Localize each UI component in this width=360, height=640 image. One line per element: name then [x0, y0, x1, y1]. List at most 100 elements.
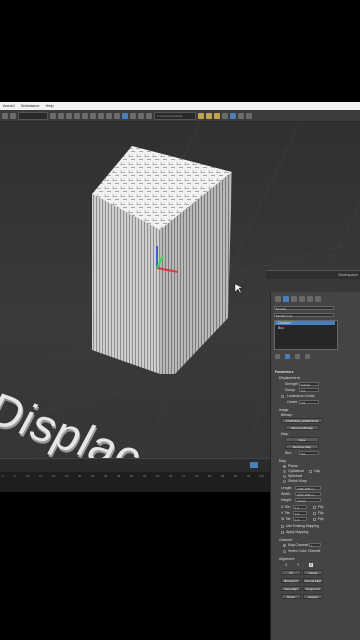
bitmap-label: Bitmap: [281, 413, 293, 417]
modify-tab-icon[interactable] [283, 296, 289, 302]
cylindrical-radio[interactable] [283, 470, 286, 473]
tick-label: 90 [234, 474, 238, 478]
create-tab-icon[interactable] [275, 296, 281, 302]
cap-checkbox[interactable] [309, 470, 312, 473]
planar-radio[interactable] [283, 465, 286, 468]
menu-item-arnold[interactable]: Arnold [3, 102, 15, 110]
tick-label: 70 [182, 474, 186, 478]
decay-label: Decay: [285, 388, 296, 392]
align-z-label[interactable]: Z [309, 563, 314, 567]
region-fit-button[interactable]: Region Fit [303, 586, 323, 591]
redo-icon[interactable] [10, 112, 16, 119]
u-tile-field[interactable]: 1.0 [293, 505, 307, 510]
select-by-name-icon[interactable] [58, 112, 64, 119]
rotate-icon[interactable] [90, 112, 96, 119]
width-field[interactable]: 2056.485mm [295, 492, 321, 497]
align-y-label[interactable]: Y [297, 563, 299, 567]
menu-item-help[interactable]: Help [45, 102, 53, 110]
stack-item-displace[interactable]: Displace [278, 321, 291, 325]
image-group-label: Image [279, 408, 289, 412]
use-existing-mapping-checkbox[interactable] [281, 525, 284, 528]
reset-button[interactable]: Reset [281, 594, 301, 599]
align-x-label[interactable]: X [285, 563, 287, 567]
hierarchy-tab-icon[interactable] [291, 296, 297, 302]
decay-field[interactable]: 0.0 [299, 388, 319, 393]
v-flip-label: Flip [318, 511, 324, 515]
remove-modifier-icon[interactable] [305, 354, 310, 359]
apply-mapping-checkbox[interactable] [281, 531, 284, 534]
vertex-color-radio[interactable] [283, 550, 286, 553]
object-name-field[interactable]: Box001 [274, 306, 334, 311]
map-channel-label: Map Channel: [288, 543, 310, 547]
pivot-icon[interactable] [114, 112, 120, 119]
stack-item-box[interactable]: Box [278, 326, 284, 330]
acquire-button[interactable]: Acquire [303, 594, 323, 599]
normal-align-button[interactable]: Normal Align [303, 578, 323, 583]
map-channel-radio[interactable] [283, 544, 286, 547]
utilities-tab-icon[interactable] [315, 296, 321, 302]
menu-item-substance[interactable]: Substance [21, 102, 40, 110]
timeline-slider[interactable] [0, 458, 270, 473]
align-icon[interactable] [206, 112, 212, 119]
length-field[interactable]: 1386.485mm [295, 486, 321, 491]
shrink-wrap-radio[interactable] [283, 480, 286, 483]
v-tile-field[interactable]: 1.0 [293, 511, 307, 516]
blur-field[interactable]: 0.0 [299, 451, 319, 456]
reference-coord-icon[interactable] [106, 112, 112, 119]
move-icon[interactable] [82, 112, 88, 119]
motion-tab-icon[interactable] [299, 296, 305, 302]
render-setup-icon[interactable] [238, 112, 244, 119]
parameters-rollout[interactable]: Parameters [275, 370, 293, 374]
tick-label: 65 [169, 474, 173, 478]
spherical-radio[interactable] [283, 475, 286, 478]
main-toolbar: C:\Users\Autodesk [0, 110, 360, 122]
spinner-snap-icon[interactable] [146, 112, 152, 119]
center-field[interactable]: 0.5 [299, 400, 319, 405]
bitmap-fit-button[interactable]: Bitmap Fit [281, 578, 301, 583]
timeline-scale[interactable]: 0 5 10 15 20 25 30 35 40 45 50 55 60 65 … [0, 472, 270, 492]
u-flip-checkbox[interactable] [313, 506, 316, 509]
map-channel-field[interactable]: 1 [309, 543, 321, 548]
w-flip-checkbox[interactable] [313, 518, 316, 521]
luminance-center-checkbox[interactable] [281, 395, 284, 398]
tick-label: 95 [247, 474, 251, 478]
select-region-icon[interactable] [66, 112, 72, 119]
display-tab-icon[interactable] [307, 296, 313, 302]
curve-editor-icon[interactable] [222, 112, 228, 119]
height-field[interactable]: 0.0mm [295, 498, 321, 503]
layer-icon[interactable] [214, 112, 220, 119]
map-group-label: Map: [279, 459, 287, 463]
center-button[interactable]: Center [303, 570, 323, 575]
render-icon[interactable] [246, 112, 252, 119]
map-none-button[interactable]: None [285, 437, 319, 442]
snaps-icon[interactable] [122, 112, 128, 119]
menu-bar: Arnold Substance Help [0, 102, 360, 110]
scale-icon[interactable] [98, 112, 104, 119]
fit-button[interactable]: Fit [281, 570, 301, 575]
timeline-end-button[interactable] [250, 462, 258, 468]
mirror-icon[interactable] [198, 112, 204, 119]
u-tile-label: U Tile: [281, 505, 291, 509]
window-crossing-icon[interactable] [74, 112, 80, 119]
named-selection-field[interactable]: C:\Users\Autodesk [154, 111, 196, 120]
strength-field[interactable]: 0.0mm [299, 382, 319, 387]
v-flip-checkbox[interactable] [313, 512, 316, 515]
material-editor-icon[interactable] [230, 112, 236, 119]
modifier-list-dropdown[interactable]: Modifier List [274, 313, 334, 318]
bitmap-button[interactable]: 0.5232516_0249975143 [281, 418, 323, 423]
make-unique-icon[interactable] [295, 354, 300, 359]
angle-snap-icon[interactable] [130, 112, 136, 119]
w-flip-label: Flip [318, 517, 324, 521]
view-align-button[interactable]: View Align [281, 586, 301, 591]
remove-map-button[interactable]: Remove Map [285, 444, 319, 449]
w-tile-field[interactable]: 1.0 [293, 517, 307, 522]
show-end-result-icon[interactable] [285, 354, 290, 359]
selection-filter-field[interactable] [18, 111, 48, 120]
remove-bitmap-button[interactable]: Remove Bitmap [285, 425, 319, 430]
planar-label: Planar [288, 464, 298, 468]
undo-icon[interactable] [2, 112, 8, 119]
select-icon[interactable] [50, 112, 56, 119]
pin-stack-icon[interactable] [275, 354, 280, 359]
percent-snap-icon[interactable] [138, 112, 144, 119]
luminance-center-label: Luminance Center [287, 394, 315, 398]
